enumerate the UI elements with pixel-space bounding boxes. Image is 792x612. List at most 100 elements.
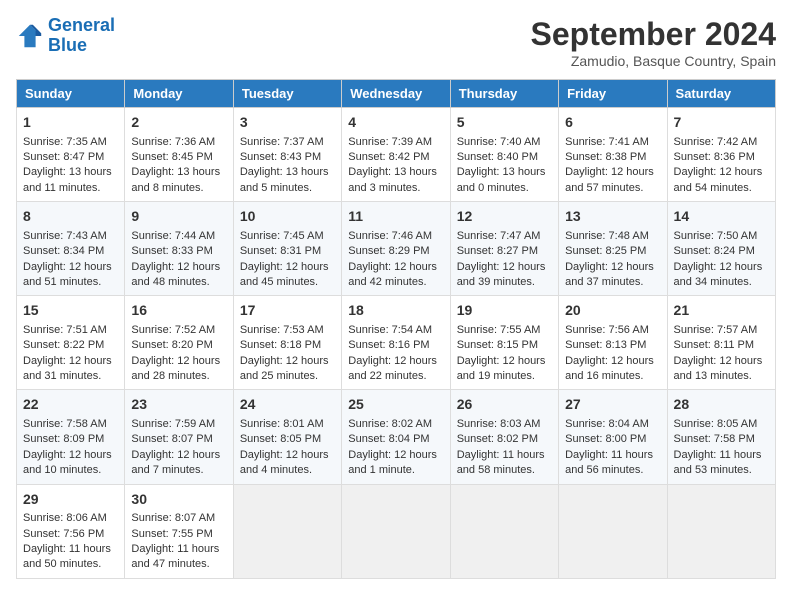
month-title: September 2024 [531,16,776,53]
day-info: and 11 minutes. [23,181,118,196]
day-info: Sunset: 8:11 PM [674,338,769,353]
day-info: and 10 minutes. [23,463,118,478]
day-info: Sunrise: 7:43 AM [23,229,118,244]
day-info: Sunset: 8:43 PM [240,150,335,165]
day-info: Sunrise: 7:53 AM [240,323,335,338]
day-info: and 7 minutes. [131,463,226,478]
col-header-monday: Monday [125,80,233,108]
day-info: Daylight: 12 hours [240,354,335,369]
col-header-sunday: Sunday [17,80,125,108]
day-cell: 24Sunrise: 8:01 AMSunset: 8:05 PMDayligh… [233,390,341,484]
day-info: Sunset: 7:56 PM [23,527,118,542]
day-cell: 3Sunrise: 7:37 AMSunset: 8:43 PMDaylight… [233,108,341,202]
col-header-thursday: Thursday [450,80,558,108]
day-number: 7 [674,113,769,133]
day-info: Sunset: 8:33 PM [131,244,226,259]
day-info: and 3 minutes. [348,181,443,196]
day-info: Daylight: 11 hours [674,448,769,463]
calendar-header: SundayMondayTuesdayWednesdayThursdayFrid… [17,80,776,108]
day-info: Daylight: 12 hours [565,165,660,180]
day-info: Daylight: 13 hours [457,165,552,180]
day-info: Sunset: 8:25 PM [565,244,660,259]
day-number: 25 [348,395,443,415]
day-cell: 22Sunrise: 7:58 AMSunset: 8:09 PMDayligh… [17,390,125,484]
day-info: Sunrise: 7:35 AM [23,135,118,150]
day-info: and 39 minutes. [457,275,552,290]
day-info: Sunset: 8:27 PM [457,244,552,259]
day-info: Daylight: 12 hours [457,354,552,369]
day-number: 13 [565,207,660,227]
day-info: and 45 minutes. [240,275,335,290]
day-cell [233,484,341,578]
header-row: SundayMondayTuesdayWednesdayThursdayFrid… [17,80,776,108]
day-cell: 10Sunrise: 7:45 AMSunset: 8:31 PMDayligh… [233,202,341,296]
day-info: Daylight: 13 hours [240,165,335,180]
day-info: Sunset: 8:22 PM [23,338,118,353]
day-info: Sunset: 8:13 PM [565,338,660,353]
day-info: Sunrise: 7:47 AM [457,229,552,244]
day-info: Daylight: 11 hours [565,448,660,463]
day-cell: 23Sunrise: 7:59 AMSunset: 8:07 PMDayligh… [125,390,233,484]
day-number: 1 [23,113,118,133]
day-info: Sunrise: 8:04 AM [565,417,660,432]
day-info: Sunset: 8:29 PM [348,244,443,259]
day-info: Daylight: 12 hours [131,260,226,275]
day-info: Sunrise: 8:05 AM [674,417,769,432]
day-info: Daylight: 12 hours [131,448,226,463]
day-info: Sunset: 8:47 PM [23,150,118,165]
day-info: Sunrise: 7:37 AM [240,135,335,150]
day-number: 15 [23,301,118,321]
day-info: Daylight: 12 hours [348,354,443,369]
day-cell [667,484,775,578]
day-info: and 28 minutes. [131,369,226,384]
day-info: Daylight: 12 hours [674,354,769,369]
day-info: Sunrise: 7:51 AM [23,323,118,338]
day-number: 12 [457,207,552,227]
day-info: and 25 minutes. [240,369,335,384]
day-info: and 34 minutes. [674,275,769,290]
day-cell: 11Sunrise: 7:46 AMSunset: 8:29 PMDayligh… [342,202,450,296]
day-info: Daylight: 12 hours [457,260,552,275]
day-cell: 29Sunrise: 8:06 AMSunset: 7:56 PMDayligh… [17,484,125,578]
day-info: and 1 minute. [348,463,443,478]
week-row-2: 8Sunrise: 7:43 AMSunset: 8:34 PMDaylight… [17,202,776,296]
logo: General Blue [16,16,115,56]
day-info: Daylight: 11 hours [457,448,552,463]
logo-text: General Blue [48,16,115,56]
day-number: 19 [457,301,552,321]
day-info: Sunrise: 7:57 AM [674,323,769,338]
day-info: Sunset: 8:42 PM [348,150,443,165]
calendar-table: SundayMondayTuesdayWednesdayThursdayFrid… [16,79,776,579]
day-info: Sunset: 8:15 PM [457,338,552,353]
day-info: Sunrise: 7:46 AM [348,229,443,244]
day-info: and 51 minutes. [23,275,118,290]
logo-line1: General [48,15,115,35]
day-cell: 12 Sunrise: 7:47 AMSunset: 8:27 PMDayligh… [450,202,558,296]
day-cell: 6Sunrise: 7:41 AMSunset: 8:38 PMDaylight… [559,108,667,202]
day-info: Sunset: 8:24 PM [674,244,769,259]
day-number: 24 [240,395,335,415]
day-cell: 21Sunrise: 7:57 AMSunset: 8:11 PMDayligh… [667,296,775,390]
day-info: and 48 minutes. [131,275,226,290]
day-number: 30 [131,490,226,510]
day-number: 2 [131,113,226,133]
day-number: 27 [565,395,660,415]
day-info: and 8 minutes. [131,181,226,196]
day-info: Sunset: 8:00 PM [565,432,660,447]
day-number: 18 [348,301,443,321]
day-number: 23 [131,395,226,415]
title-block: September 2024 Zamudio, Basque Country, … [531,16,776,69]
day-number: 6 [565,113,660,133]
day-cell: 16Sunrise: 7:52 AMSunset: 8:20 PMDayligh… [125,296,233,390]
week-row-4: 22Sunrise: 7:58 AMSunset: 8:09 PMDayligh… [17,390,776,484]
day-number: 4 [348,113,443,133]
day-info: Sunrise: 7:52 AM [131,323,226,338]
day-info: Sunrise: 7:59 AM [131,417,226,432]
day-info: Sunrise: 7:36 AM [131,135,226,150]
day-info: Daylight: 12 hours [23,448,118,463]
day-info: Sunrise: 7:41 AM [565,135,660,150]
day-number: 20 [565,301,660,321]
day-info: Daylight: 12 hours [131,354,226,369]
page-header: General Blue September 2024 Zamudio, Bas… [16,16,776,69]
day-cell: 1Sunrise: 7:35 AMSunset: 8:47 PMDaylight… [17,108,125,202]
